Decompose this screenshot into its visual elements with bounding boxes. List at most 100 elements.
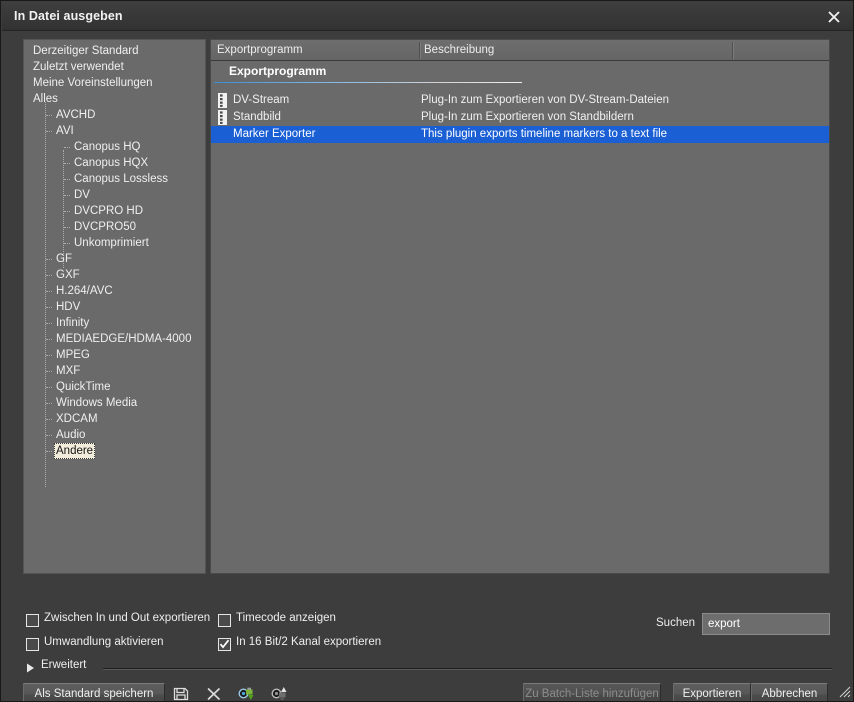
tree-guide-horizontal [64, 179, 70, 180]
tree-item-unkomprimiert[interactable]: Unkomprimiert [24, 235, 205, 251]
tree-item-label: Derzeitiger Standard [33, 45, 139, 57]
category-tree-panel[interactable]: Derzeitiger Standard Zuletzt verwendet Mei… [23, 39, 206, 574]
tree-item-quicktime[interactable]: QuickTime [24, 379, 205, 395]
advanced-expander-label: Erweitert [41, 659, 87, 671]
tree-item-label: Canopus HQX [74, 157, 149, 169]
tree-item-canopus-lossless[interactable]: Canopus Lossless [24, 171, 205, 187]
tree-item-gxf[interactable]: GXF [24, 267, 205, 283]
enable-conversion-checkbox[interactable] [26, 638, 39, 651]
tree-item-gf[interactable]: GF [24, 251, 205, 267]
tree-guide-horizontal [46, 259, 52, 260]
tree-item-infinity[interactable]: Infinity [24, 315, 205, 331]
import-preset-icon [238, 687, 254, 700]
export-button[interactable]: Exportieren [673, 683, 751, 701]
exporter-name: DV-Stream [233, 94, 290, 106]
tree-item-label: DVCPRO HD [74, 205, 144, 217]
category-tree: Derzeitiger Standard Zuletzt verwendet Mei… [24, 40, 205, 459]
tree-item-label: QuickTime [56, 381, 111, 393]
exporter-name: Marker Exporter [233, 128, 316, 140]
tree-item-dv[interactable]: DV [24, 187, 205, 203]
enable-conversion-label: Umwandlung aktivieren [44, 636, 164, 648]
tree-item-label: DVCPRO50 [74, 221, 136, 233]
exporter-row[interactable]: Marker Exporter This plugin exports timel… [211, 126, 829, 143]
tree-guide-horizontal [64, 227, 70, 228]
save-as-default-button[interactable]: Als Standard speichern [23, 683, 165, 701]
tree-item-alles[interactable]: Alles [24, 91, 205, 107]
exporter-description: Plug-In zum Exportieren von DV-Stream-Da… [421, 94, 669, 106]
exporter-row[interactable]: Standbild Plug-In zum Exportieren von Sta… [211, 109, 829, 126]
export-16bit-checkbox[interactable] [218, 638, 231, 651]
exporter-list-panel[interactable]: Exportprogramm Beschreibung Exportprogra… [210, 39, 830, 574]
list-group-header: Exportprogramm [211, 63, 829, 84]
column-header-exportprogramm[interactable]: Exportprogramm [217, 40, 303, 60]
close-button[interactable] [820, 5, 848, 29]
tree-item-andere[interactable]: Andere [24, 443, 205, 459]
tree-guide-horizontal [64, 243, 70, 244]
tree-item-avi[interactable]: AVI [24, 123, 205, 139]
tree-item-dvcpro-hd[interactable]: DVCPRO HD [24, 203, 205, 219]
save-preset-button[interactable] [170, 683, 192, 701]
tree-item-label: HDV [56, 301, 81, 313]
tree-item-zuletzt-verwendet[interactable]: Zuletzt verwendet [24, 59, 205, 75]
tree-guide-horizontal [46, 387, 52, 388]
export-preset-icon [271, 687, 287, 700]
tree-guide-horizontal [46, 451, 52, 452]
tree-item-meine-voreinstellungen[interactable]: Meine Voreinstellungen [24, 75, 205, 91]
tree-item-label: GF [56, 253, 72, 265]
tree-guide-horizontal [64, 211, 70, 212]
tree-item-mpeg[interactable]: MPEG [24, 347, 205, 363]
tree-item-label: Canopus HQ [74, 141, 141, 153]
tree-guide-horizontal [46, 115, 52, 116]
show-timecode-checkbox[interactable] [218, 614, 231, 627]
film-strip-icon [218, 93, 227, 108]
tree-item-canopus-hq[interactable]: Canopus HQ [24, 139, 205, 155]
column-separator-1[interactable] [419, 42, 421, 59]
resize-grip-icon[interactable] [835, 682, 851, 698]
tree-item-audio[interactable]: Audio [24, 427, 205, 443]
list-column-header-row: Exportprogramm Beschreibung [211, 40, 829, 61]
tree-item-hdv[interactable]: HDV [24, 299, 205, 315]
tree-guide-horizontal [64, 163, 70, 164]
tree-guide-horizontal [64, 195, 70, 196]
cancel-button[interactable]: Abbrechen [751, 683, 828, 701]
tree-item-dvcpro50[interactable]: DVCPRO50 [24, 219, 205, 235]
tree-item-label: H.264/AVC [56, 285, 113, 297]
exporter-row[interactable]: DV-Stream Plug-In zum Exportieren von DV-… [211, 92, 829, 109]
tree-guide-horizontal [46, 291, 52, 292]
tree-item-windows-media[interactable]: Windows Media [24, 395, 205, 411]
delete-preset-button[interactable] [203, 683, 225, 701]
column-header-beschreibung[interactable]: Beschreibung [424, 40, 494, 60]
between-in-out-checkbox[interactable] [26, 614, 39, 627]
show-timecode-label: Timecode anzeigen [236, 612, 336, 624]
exporter-name: Standbild [233, 111, 281, 123]
tree-item-mediaedge-hdma-4000[interactable]: MEDIAEDGE/HDMA-4000 [24, 331, 205, 347]
add-to-batch-button[interactable]: Zu Batch-Liste hinzufügen [523, 683, 661, 701]
tree-item-canopus-hqx[interactable]: Canopus HQX [24, 155, 205, 171]
group-header-rule [214, 82, 522, 83]
tree-item-xdcam[interactable]: XDCAM [24, 411, 205, 427]
tree-item-label: Unkomprimiert [74, 237, 149, 249]
exporter-description: Plug-In zum Exportieren von Standbildern [421, 111, 634, 123]
tree-item-avchd[interactable]: AVCHD [24, 107, 205, 123]
column-separator-2[interactable] [732, 42, 734, 59]
export-16bit-label: In 16 Bit/2 Kanal exportieren [236, 636, 382, 648]
advanced-expander[interactable]: Erweitert [26, 659, 832, 676]
tree-guide-horizontal [64, 147, 70, 148]
advanced-expander-rule [103, 668, 832, 670]
tree-item-h-264-avc[interactable]: H.264/AVC [24, 283, 205, 299]
tree-guide-horizontal [46, 419, 52, 420]
tree-item-label: Infinity [56, 317, 90, 329]
tree-item-label: Audio [56, 429, 86, 441]
tree-item-label: Canopus Lossless [74, 173, 168, 185]
tree-guide-horizontal [46, 371, 52, 372]
tree-item-label: MEDIAEDGE/HDMA-4000 [56, 333, 192, 345]
tree-item-label: XDCAM [56, 413, 98, 425]
tree-item-mxf[interactable]: MXF [24, 363, 205, 379]
search-label: Suchen [656, 617, 696, 629]
film-strip-icon [218, 110, 227, 125]
import-preset-button[interactable] [236, 683, 258, 701]
export-to-file-dialog: In Datei ausgeben Derzeitiger Standard Zu… [0, 0, 854, 702]
tree-item-derzeitiger-standard[interactable]: Derzeitiger Standard [24, 43, 205, 59]
export-preset-button[interactable] [269, 683, 291, 701]
search-input[interactable] [702, 613, 830, 635]
